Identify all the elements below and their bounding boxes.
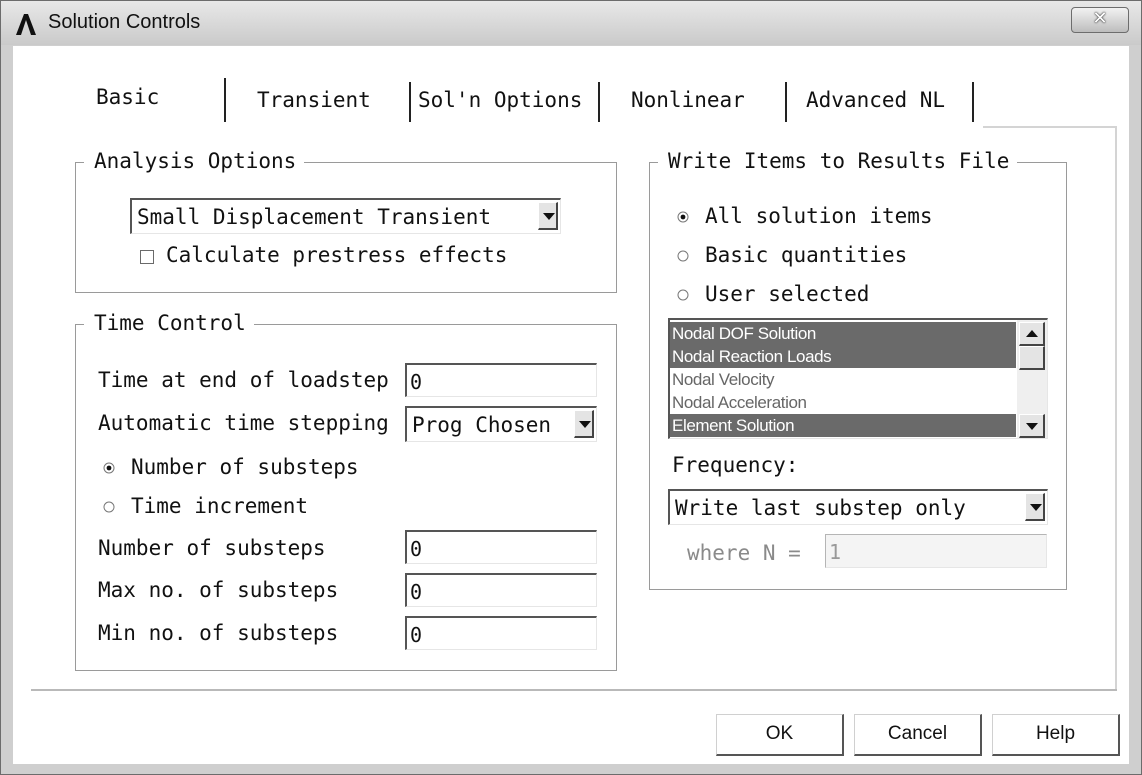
list-item[interactable]: Nodal Reaction Loads [670,345,1016,368]
analysis-options-legend: Analysis Options [84,149,305,173]
radio-number-of-substeps[interactable] [103,462,115,474]
close-button[interactable]: ✕ [1071,7,1129,33]
tab-divider [598,82,600,122]
list-item[interactable]: Nodal Velocity [670,368,1016,391]
time-control-legend: Time Control [84,311,254,335]
num-substeps-label: Number of substeps [98,536,326,560]
arrow-up-icon [1026,330,1038,337]
ansys-logo-icon [16,14,36,35]
auto-stepping-label: Automatic time stepping [98,411,389,435]
radio-basic-quantities-label: Basic quantities [705,243,908,267]
arrow-down-icon [1026,423,1038,430]
dropdown-arrow-icon[interactable] [574,410,594,438]
analysis-type-select[interactable]: Small Displacement Transient [130,198,561,234]
list-item[interactable]: Nodal Acceleration [670,391,1016,414]
radio-basic-quantities[interactable] [677,250,689,262]
radio-time-increment-label: Time increment [131,494,309,518]
tab-panel-edge [1115,126,1117,691]
dropdown-arrow-icon[interactable] [538,202,558,230]
title-bar[interactable]: Solution Controls ✕ [1,1,1141,45]
auto-stepping-select[interactable]: Prog Chosen [405,406,597,442]
tab-divider [409,82,411,122]
max-substeps-label: Max no. of substeps [98,578,339,602]
where-n-label: where N = [687,541,801,565]
list-scrollbar[interactable] [1017,320,1047,438]
max-substeps-input[interactable]: 0 [405,573,597,607]
tab-nonlinear[interactable]: Nonlinear [631,88,745,112]
time-at-end-input[interactable]: 0 [405,363,597,397]
where-n-input[interactable]: 1 [825,534,1047,568]
min-substeps-label: Min no. of substeps [98,621,339,645]
min-substeps-input[interactable]: 0 [405,616,597,650]
prestress-checkbox[interactable] [140,250,154,264]
list-item[interactable]: Nodal DOF Solution [670,322,1016,345]
auto-stepping-value: Prog Chosen [412,413,552,437]
frequency-label: Frequency: [672,453,799,477]
num-substeps-input[interactable]: 0 [405,530,597,564]
scroll-thumb[interactable] [1019,346,1045,370]
scroll-up-button[interactable] [1019,322,1045,346]
frequency-value: Write last substep only [675,496,966,520]
prestress-label: Calculate prestress effects [166,243,508,267]
radio-all-solution-items-label: All solution items [705,204,933,228]
scroll-down-button[interactable] [1019,414,1045,438]
ok-button[interactable]: OK [716,714,844,756]
list-item[interactable]: Element Solution [670,414,1016,437]
dialog-client-area: Basic Transient Sol'n Options Nonlinear … [13,46,1129,764]
tab-divider [785,82,787,122]
radio-user-selected[interactable] [677,289,689,301]
write-items-legend: Write Items to Results File [658,149,1018,173]
radio-time-increment[interactable] [103,501,115,513]
cancel-button[interactable]: Cancel [854,714,982,756]
time-at-end-label: Time at end of loadstep [98,368,389,392]
help-button[interactable]: Help [992,714,1120,756]
solution-controls-window: Solution Controls ✕ Basic Transient Sol'… [0,0,1142,775]
window-title: Solution Controls [48,11,201,33]
results-items-list[interactable]: Nodal DOF Solution Nodal Reaction Loads … [668,318,1048,439]
radio-number-of-substeps-label: Number of substeps [131,455,359,479]
tab-divider [224,78,226,122]
radio-user-selected-label: User selected [705,282,870,306]
tab-divider [972,82,974,122]
dialog-separator [31,689,1117,691]
dropdown-arrow-icon[interactable] [1025,493,1045,521]
tab-panel-edge [983,126,1117,128]
tab-solution-options[interactable]: Sol'n Options [418,88,582,112]
radio-all-solution-items[interactable] [677,211,689,223]
close-icon: ✕ [1092,8,1108,29]
tab-transient[interactable]: Transient [257,88,371,112]
tab-advanced-nl[interactable]: Advanced NL [806,88,945,112]
frequency-select[interactable]: Write last substep only [668,489,1048,525]
tab-basic[interactable]: Basic [96,85,159,109]
analysis-type-value: Small Displacement Transient [137,205,492,229]
